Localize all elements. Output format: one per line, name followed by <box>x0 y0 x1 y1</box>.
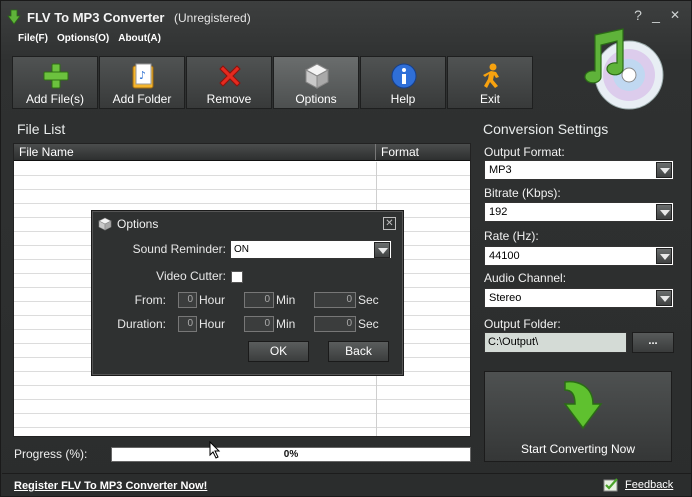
from-min-input[interactable]: 0 <box>244 292 274 308</box>
menu-bar: File(F) Options(O) About(A) <box>18 33 161 47</box>
duration-label: Duration: <box>117 317 166 331</box>
duration-min-input[interactable]: 0 <box>244 316 274 332</box>
remove-label: Remove <box>206 92 252 106</box>
close-button[interactable]: ✕ <box>668 7 682 23</box>
chevron-down-icon[interactable] <box>656 290 672 306</box>
video-cutter-label: Video Cutter: <box>156 269 226 283</box>
menu-about[interactable]: About(A) <box>118 33 161 47</box>
from-hour-unit: Hour <box>199 293 226 307</box>
conversion-settings-title: Conversion Settings <box>483 121 609 137</box>
green-arrow-icon <box>563 380 603 430</box>
chevron-down-icon[interactable] <box>656 204 672 220</box>
duration-min-unit: Min <box>276 317 296 331</box>
bitrate-select[interactable]: 192 <box>484 202 674 222</box>
from-sec-unit: Sec <box>358 293 379 307</box>
video-cutter-checkbox[interactable] <box>231 271 243 283</box>
add-files-label: Add File(s) <box>25 92 84 106</box>
add-files-button[interactable]: Add File(s) <box>12 56 98 109</box>
bitrate-value: 192 <box>489 206 508 218</box>
output-format-label: Output Format: <box>484 145 565 159</box>
rate-label: Rate (Hz): <box>484 229 539 243</box>
from-hour-input[interactable]: 0 <box>178 292 197 308</box>
back-button[interactable]: Back <box>328 341 389 362</box>
duration-sec-input[interactable]: 0 <box>314 316 356 332</box>
sound-reminder-label: Sound Reminder: <box>132 242 226 256</box>
audio-channel-label: Audio Channel: <box>484 271 567 285</box>
music-disc-logo-icon <box>584 28 664 110</box>
start-converting-button[interactable]: Start Converting Now <box>484 371 672 462</box>
audio-channel-select[interactable]: Stereo <box>484 288 674 308</box>
status-bar: Register FLV To MP3 Converter Now! Feedb… <box>2 473 691 497</box>
chevron-down-icon[interactable] <box>656 162 672 178</box>
exit-button[interactable]: Exit <box>447 56 533 109</box>
output-format-select[interactable]: MP3 <box>484 160 674 180</box>
rate-value: 44100 <box>489 250 520 262</box>
options-button[interactable]: Options <box>273 56 359 109</box>
output-folder-field[interactable]: C:\Output\ <box>484 332 627 353</box>
add-folder-label: Add Folder <box>112 92 172 106</box>
options-dialog-title: Options <box>117 217 159 231</box>
file-list-title: File List <box>17 121 66 137</box>
sound-reminder-value: ON <box>234 244 249 255</box>
app-logo-icon <box>7 9 21 25</box>
folder-icon: ♪ <box>132 63 154 89</box>
register-link[interactable]: Register FLV To MP3 Converter Now! <box>14 480 207 492</box>
sound-reminder-select[interactable]: ON <box>230 240 392 259</box>
exit-label: Exit <box>479 92 500 106</box>
column-header-format[interactable]: Format <box>376 144 470 160</box>
duration-hour-unit: Hour <box>199 317 226 331</box>
duration-hour-input[interactable]: 0 <box>178 316 197 332</box>
options-dialog: Options ✕ Sound Reminder: ON Video Cutte… <box>91 210 404 376</box>
feedback-check-icon <box>603 478 618 492</box>
toolbar: Add File(s) ♪ Add Folder Remove Options <box>12 56 533 109</box>
rate-select[interactable]: 44100 <box>484 246 674 266</box>
ok-button[interactable]: OK <box>248 341 309 362</box>
app-window: FLV To MP3 Converter (Unregistered) ? _ … <box>0 0 692 497</box>
audio-channel-value: Stereo <box>489 292 522 304</box>
from-label: From: <box>134 293 166 307</box>
add-folder-button[interactable]: ♪ Add Folder <box>99 56 185 109</box>
dialog-close-button[interactable]: ✕ <box>383 217 396 230</box>
feedback-link[interactable]: Feedback <box>603 478 674 492</box>
from-sec-input[interactable]: 0 <box>314 292 356 308</box>
start-converting-label: Start Converting Now <box>520 442 636 456</box>
svg-text:♪: ♪ <box>139 69 146 82</box>
options-label: Options <box>295 92 337 106</box>
mouse-cursor-icon <box>209 441 221 459</box>
progress-label: Progress (%): <box>14 447 88 461</box>
remove-button[interactable]: Remove <box>186 56 272 109</box>
help-window-button[interactable]: ? <box>631 7 645 23</box>
window-title: FLV To MP3 Converter <box>27 10 165 25</box>
output-format-value: MP3 <box>489 164 512 176</box>
cube-icon <box>98 217 112 231</box>
progress-bar: 0% <box>111 447 471 462</box>
remove-x-icon <box>219 65 241 87</box>
column-header-file-name[interactable]: File Name <box>14 144 376 160</box>
feedback-label: Feedback <box>625 479 674 491</box>
menu-file[interactable]: File(F) <box>18 33 48 47</box>
progress-text: 0% <box>283 449 299 460</box>
bitrate-label: Bitrate (Kbps): <box>484 186 561 200</box>
browse-folder-button[interactable]: ... <box>632 332 674 353</box>
chevron-down-icon[interactable] <box>656 248 672 264</box>
duration-sec-unit: Sec <box>358 317 379 331</box>
cube-icon <box>304 63 330 89</box>
from-min-unit: Min <box>276 293 296 307</box>
plus-icon <box>43 63 69 89</box>
info-icon <box>391 63 417 89</box>
menu-options[interactable]: Options(O) <box>57 33 109 47</box>
exit-man-icon <box>483 63 499 88</box>
chevron-down-icon[interactable] <box>374 242 390 258</box>
registration-status: (Unregistered) <box>174 11 251 25</box>
file-list-header: File Name Format <box>14 144 470 161</box>
help-label: Help <box>390 92 416 106</box>
help-button[interactable]: Help <box>360 56 446 109</box>
output-folder-label: Output Folder: <box>484 317 561 331</box>
minimize-button[interactable]: _ <box>649 7 663 23</box>
